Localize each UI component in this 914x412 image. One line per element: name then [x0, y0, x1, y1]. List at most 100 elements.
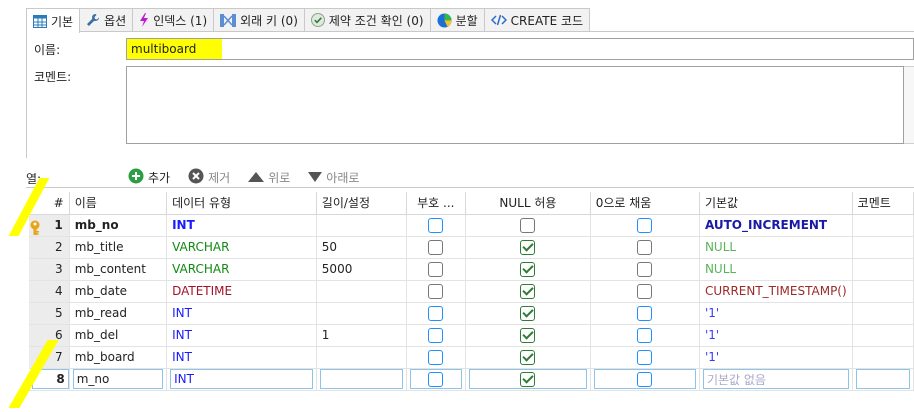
comment-cell[interactable] [852, 236, 914, 259]
zerofill-checkbox[interactable] [637, 349, 653, 365]
comment-cell[interactable] [852, 302, 914, 325]
column-name-cell[interactable]: mb_content [69, 258, 168, 281]
unsigned-checkbox[interactable] [428, 261, 444, 277]
add-column-button[interactable]: 추가 [128, 168, 170, 187]
unsigned-checkbox[interactable] [428, 239, 444, 255]
tab-create-code[interactable]: CREATE 코드 [483, 8, 591, 31]
length-cell[interactable] [316, 280, 407, 303]
allow-null-checkbox[interactable] [520, 349, 536, 365]
comment-cell[interactable] [852, 258, 914, 281]
data-type-cell[interactable]: INT [166, 346, 317, 369]
column-name-cell[interactable]: mb_no [69, 214, 168, 237]
remove-column-button[interactable]: 제거 [188, 168, 230, 187]
column-name-cell[interactable]: mb_title [69, 236, 168, 259]
allow-null-checkbox[interactable] [520, 371, 536, 387]
header-name[interactable]: 이름 [69, 192, 168, 215]
down-arrow-icon [308, 171, 323, 185]
unsigned-checkbox[interactable] [428, 305, 444, 321]
column-name-cell[interactable]: mb_read [69, 302, 168, 325]
default-cell[interactable]: '1' [699, 346, 853, 369]
data-type-cell[interactable]: DATETIME [166, 280, 317, 303]
table-row[interactable]: 4 mb_date DATETIME CURRENT_TIMESTAMP() [29, 280, 914, 303]
column-name-cell[interactable]: mb_date [69, 280, 168, 303]
table-name-input[interactable]: multiboard [126, 38, 914, 60]
header-comment[interactable]: 코멘트 [852, 192, 914, 215]
table-row[interactable]: 2 mb_title VARCHAR 50 NULL [29, 236, 914, 259]
move-down-button[interactable]: 아래로 [308, 169, 359, 186]
tab-partitions[interactable]: 분할 [429, 8, 485, 31]
header-length[interactable]: 길이/설정 [316, 192, 407, 215]
length-cell[interactable] [316, 368, 407, 391]
allow-null-checkbox[interactable] [520, 327, 536, 343]
data-type-cell[interactable]: INT [166, 368, 317, 391]
column-name-input[interactable]: m_no [72, 369, 164, 389]
tab-options[interactable]: 옵션 [79, 8, 134, 31]
unsigned-checkbox[interactable] [428, 349, 444, 365]
column-name-cell[interactable]: m_no [69, 368, 168, 391]
default-input[interactable]: 기본값 없음 [702, 369, 849, 389]
data-type-cell[interactable]: INT [166, 324, 317, 347]
default-cell[interactable]: CURRENT_TIMESTAMP() [699, 280, 853, 303]
default-cell[interactable]: NULL [699, 258, 853, 281]
default-cell[interactable]: NULL [699, 236, 853, 259]
length-input[interactable] [319, 369, 403, 389]
data-type-input[interactable]: INT [170, 369, 313, 389]
column-name-cell[interactable]: mb_board [69, 346, 168, 369]
zerofill-checkbox[interactable] [637, 283, 653, 299]
allow-null-checkbox[interactable] [520, 239, 536, 255]
unsigned-checkbox[interactable] [428, 283, 444, 299]
table-row[interactable]: 1 mb_no INT AUTO_INCREMENT [29, 214, 914, 237]
header-unsigned[interactable]: 부호 ... [406, 192, 467, 215]
move-up-button[interactable]: 위로 [248, 169, 290, 186]
comment-cell[interactable] [852, 280, 914, 303]
tab-indexes[interactable]: 인덱스 (1) [132, 8, 215, 31]
header-zerofill[interactable]: 0으로 채움 [590, 192, 700, 215]
zerofill-checkbox[interactable] [637, 305, 653, 321]
allow-null-checkbox[interactable] [520, 305, 536, 321]
table-row[interactable]: 6 mb_del INT 1 '1' [29, 324, 914, 347]
zerofill-checkbox[interactable] [637, 217, 653, 233]
zerofill-checkbox[interactable] [637, 239, 653, 255]
default-cell[interactable]: '1' [699, 324, 853, 347]
header-default[interactable]: 기본값 [699, 192, 853, 215]
table-row[interactable]: 5 mb_read INT '1' [29, 302, 914, 325]
comment-cell[interactable] [852, 324, 914, 347]
length-cell[interactable] [316, 214, 407, 237]
allow-null-checkbox[interactable] [520, 283, 536, 299]
default-cell[interactable]: 기본값 없음 [699, 368, 853, 391]
zerofill-checkbox[interactable] [637, 261, 653, 277]
data-type-cell[interactable]: VARCHAR [166, 236, 317, 259]
comment-input[interactable] [855, 369, 910, 389]
data-type-cell[interactable]: INT [166, 214, 317, 237]
table-row[interactable]: 3 mb_content VARCHAR 5000 NULL [29, 258, 914, 281]
length-cell[interactable]: 50 [316, 236, 407, 259]
tab-basic[interactable]: 기본 [26, 8, 81, 33]
zerofill-checkbox[interactable] [637, 327, 653, 343]
tab-foreign-keys[interactable]: 외래 키 (0) [213, 8, 305, 31]
zerofill-checkbox[interactable] [637, 371, 653, 387]
table-comment-textarea[interactable] [126, 66, 904, 144]
length-cell[interactable]: 5000 [316, 258, 407, 281]
header-data-type[interactable]: 데이터 유형 [166, 192, 317, 215]
comment-scrollbar[interactable] [904, 66, 914, 144]
table-row[interactable]: 8 m_no INT 기본값 없음 [29, 368, 914, 391]
length-cell[interactable] [316, 302, 407, 325]
length-cell[interactable]: 1 [316, 324, 407, 347]
length-cell[interactable] [316, 346, 407, 369]
comment-cell[interactable] [852, 346, 914, 369]
comment-cell[interactable] [852, 368, 914, 391]
table-row[interactable]: 7 mb_board INT '1' [29, 346, 914, 369]
allow-null-checkbox[interactable] [520, 261, 536, 277]
unsigned-checkbox[interactable] [428, 371, 444, 387]
default-cell[interactable]: '1' [699, 302, 853, 325]
default-cell[interactable]: AUTO_INCREMENT [699, 214, 853, 237]
data-type-cell[interactable]: INT [166, 302, 317, 325]
data-type-cell[interactable]: VARCHAR [166, 258, 317, 281]
column-name-cell[interactable]: mb_del [69, 324, 168, 347]
unsigned-checkbox[interactable] [428, 217, 444, 233]
tab-check-constraints[interactable]: 제약 조건 확인 (0) [303, 8, 431, 31]
unsigned-checkbox[interactable] [428, 327, 444, 343]
allow-null-checkbox[interactable] [520, 217, 536, 233]
header-allow-null[interactable]: NULL 허용 [465, 192, 591, 215]
comment-cell[interactable] [852, 214, 914, 237]
